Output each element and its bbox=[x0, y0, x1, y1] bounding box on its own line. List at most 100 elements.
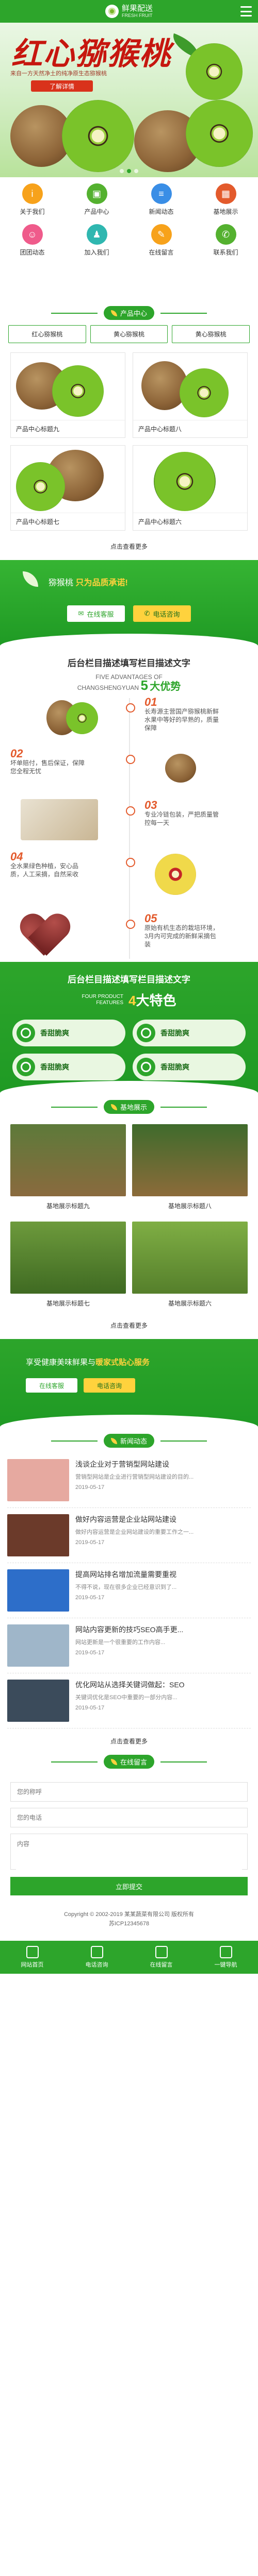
product-title: 产品中心标题六 bbox=[133, 513, 247, 530]
name-field[interactable] bbox=[10, 1782, 248, 1802]
product-card[interactable]: 产品中心标题六 bbox=[133, 445, 248, 531]
title-line bbox=[160, 1440, 207, 1442]
timeline-dot bbox=[126, 920, 135, 929]
carousel-dot[interactable] bbox=[120, 169, 124, 173]
advantage-image bbox=[21, 799, 98, 840]
news-item[interactable]: 浅谈企业对于营销型网站建设 营销型网站是企业进行营销型网站建设的目的... 2019… bbox=[7, 1453, 251, 1508]
phone-icon: ✆ bbox=[144, 609, 150, 617]
feature-icon bbox=[17, 1058, 35, 1076]
phone-field[interactable] bbox=[10, 1808, 248, 1827]
logo-icon bbox=[105, 5, 119, 18]
nav-item[interactable]: ▦ 基地展示 bbox=[194, 183, 258, 216]
news-thumbnail bbox=[7, 1624, 69, 1667]
name-input[interactable] bbox=[16, 1788, 242, 1796]
message-form: 立即提交 bbox=[0, 1774, 258, 1905]
banner-detail-button[interactable]: 了解详情 bbox=[31, 80, 93, 92]
wave-divider bbox=[0, 1415, 258, 1427]
news-date: 2019-05-17 bbox=[75, 1705, 105, 1711]
map-icon bbox=[219, 1946, 232, 1958]
nav-item[interactable]: i 关于我们 bbox=[0, 183, 64, 216]
icp-text[interactable]: 苏ICP12345678 bbox=[10, 1919, 248, 1928]
product-card[interactable]: 产品中心标题八 bbox=[133, 352, 248, 438]
info-icon: i bbox=[22, 183, 43, 204]
news-info: 浅谈企业对于营销型网站建设 营销型网站是企业进行营销型网站建设的目的... 2019… bbox=[75, 1459, 251, 1501]
news-section-title: 新闻动态 bbox=[0, 1434, 258, 1448]
submit-button[interactable]: 立即提交 bbox=[10, 1877, 248, 1895]
quick-nav: i 关于我们 ▣ 产品中心 ≡ 新闻动态 ▦ 基地展示 ☺ 团团动态 ♟ 加入我们 ✎ 在线留言 ✆ 联系我们 bbox=[0, 177, 258, 261]
tab-phone[interactable]: 电话咨询 bbox=[64, 1941, 129, 1974]
news-thumbnail bbox=[7, 1569, 69, 1612]
content-input[interactable] bbox=[16, 1838, 242, 1871]
product-card[interactable]: 产品中心标题九 bbox=[10, 352, 125, 438]
nav-item-label: 在线留言 bbox=[149, 249, 174, 256]
nav-item[interactable]: ☺ 团团动态 bbox=[0, 224, 64, 257]
news-item[interactable]: 优化网站从选择关键词做起：SEO 关键词优化是SEO中重要的一部分内容... 201… bbox=[7, 1673, 251, 1728]
online-service-button[interactable]: ✉ 在线客服 bbox=[67, 605, 125, 622]
banner-headline: 红心猕猴桃 bbox=[11, 36, 171, 72]
tab-navigate[interactable]: 一键导航 bbox=[194, 1941, 258, 1974]
product-image bbox=[11, 353, 125, 420]
leaf-icon bbox=[23, 571, 38, 587]
news-title: 提高网站排名增加流量需要重视 bbox=[75, 1570, 176, 1579]
carousel-dot-active[interactable] bbox=[127, 169, 131, 173]
base-image bbox=[132, 1222, 248, 1294]
banner-slogan: 来自一方天然净土的纯净原生态猕猴桃 bbox=[10, 71, 107, 77]
nav-item[interactable]: ♟ 加入我们 bbox=[64, 224, 129, 257]
nav-item[interactable]: ✆ 联系我们 bbox=[194, 224, 258, 257]
products-more-link[interactable]: 点击查看更多 bbox=[0, 542, 258, 551]
phone-consult-button[interactable]: ✆ 电话咨询 bbox=[133, 605, 191, 622]
news-more-link[interactable]: 点击查看更多 bbox=[0, 1737, 258, 1745]
home-icon bbox=[26, 1946, 39, 1958]
section-title-text: 在线留言 bbox=[120, 1758, 147, 1766]
tab-message[interactable]: 在线留言 bbox=[129, 1941, 194, 1974]
phone-consult-button[interactable]: 电话咨询 bbox=[84, 1378, 135, 1393]
section-pill: 新闻动态 bbox=[103, 1434, 154, 1448]
leaf-icon bbox=[110, 1437, 117, 1444]
news-item[interactable]: 网站内容更新的技巧SEO高手更... 网站更新是一个很重要的工作内容... 2019… bbox=[7, 1618, 251, 1673]
news-summary: 网站更新是一个很重要的工作内容... bbox=[75, 1639, 166, 1646]
nav-item[interactable]: ▣ 产品中心 bbox=[64, 183, 129, 216]
wave-divider bbox=[0, 634, 258, 646]
news-item[interactable]: 做好内容运营是企业站网站建设 做好内容运营是企业网站建设的重要工作之一... 201… bbox=[7, 1508, 251, 1563]
kiwi-half-image bbox=[62, 100, 134, 172]
product-card[interactable]: 产品中心标题七 bbox=[10, 445, 125, 531]
base-card[interactable]: 基地展示标题九 bbox=[10, 1124, 126, 1215]
title-line bbox=[160, 312, 207, 314]
carousel-dots[interactable] bbox=[0, 169, 258, 173]
product-title: 产品中心标题七 bbox=[11, 513, 125, 530]
copyright-text: Copyright © 2002-2019 某某蔬菜有限公司 版权所有 bbox=[63, 1911, 194, 1918]
nav-item[interactable]: ✎ 在线留言 bbox=[129, 224, 194, 257]
brand[interactable]: 鲜果配送 FRESH FRUIT bbox=[105, 5, 153, 18]
nav-item[interactable]: ≡ 新闻动态 bbox=[129, 183, 194, 216]
leaf-icon bbox=[110, 310, 117, 316]
features-subheading: FOUR PRODUCT FEATURES 4大特色 bbox=[82, 993, 176, 1008]
title-line bbox=[160, 1761, 207, 1762]
content-field[interactable] bbox=[10, 1834, 248, 1871]
tab-home[interactable]: 网站首页 bbox=[0, 1941, 64, 1974]
user-icon: ♟ bbox=[86, 224, 107, 245]
advantage-item: 04 全水果绿色种植，安心品质，人工采摘，自然采收 bbox=[10, 850, 79, 878]
category-tab[interactable]: 黄心猕猴桃 bbox=[90, 325, 168, 343]
base-card[interactable]: 基地展示标题八 bbox=[132, 1124, 248, 1215]
online-service-button[interactable]: 在线客服 bbox=[26, 1378, 77, 1393]
heart-kiwi-image bbox=[21, 914, 67, 956]
carousel-dot[interactable] bbox=[134, 169, 138, 173]
advantage-item: 02 坏单赔付，售后保证，保障您全程无忧 bbox=[10, 747, 85, 775]
feature-badge: 香甜脆爽 bbox=[12, 1020, 125, 1046]
news-thumbnail bbox=[7, 1680, 69, 1722]
base-card[interactable]: 基地展示标题六 bbox=[132, 1222, 248, 1313]
category-tab[interactable]: 红心猕猴桃 bbox=[8, 325, 86, 343]
menu-icon[interactable] bbox=[240, 6, 252, 16]
site-title: 鲜果配送 bbox=[121, 4, 153, 13]
section-title-text: 新闻动态 bbox=[120, 1437, 147, 1445]
promo-banner: 猕猴桃 只为品质承诺! ✉ 在线客服 ✆ 电话咨询 bbox=[0, 560, 258, 646]
news-item[interactable]: 提高网站排名增加流量需要重视 不得不说，现在很多企业已经意识到了... 2019-0… bbox=[7, 1563, 251, 1618]
product-grid: 产品中心标题九 产品中心标题八 产品中心标题七 产品中心标题六 bbox=[0, 343, 258, 534]
category-tab[interactable]: 黄心猕猴桃 bbox=[172, 325, 250, 343]
chat-icon: ✉ bbox=[78, 609, 84, 617]
nav-item-label: 基地展示 bbox=[213, 208, 238, 215]
product-title: 产品中心标题八 bbox=[133, 420, 247, 437]
phone-input[interactable] bbox=[16, 1814, 242, 1822]
base-card[interactable]: 基地展示标题七 bbox=[10, 1222, 126, 1313]
bases-more-link[interactable]: 点击查看更多 bbox=[0, 1321, 258, 1330]
